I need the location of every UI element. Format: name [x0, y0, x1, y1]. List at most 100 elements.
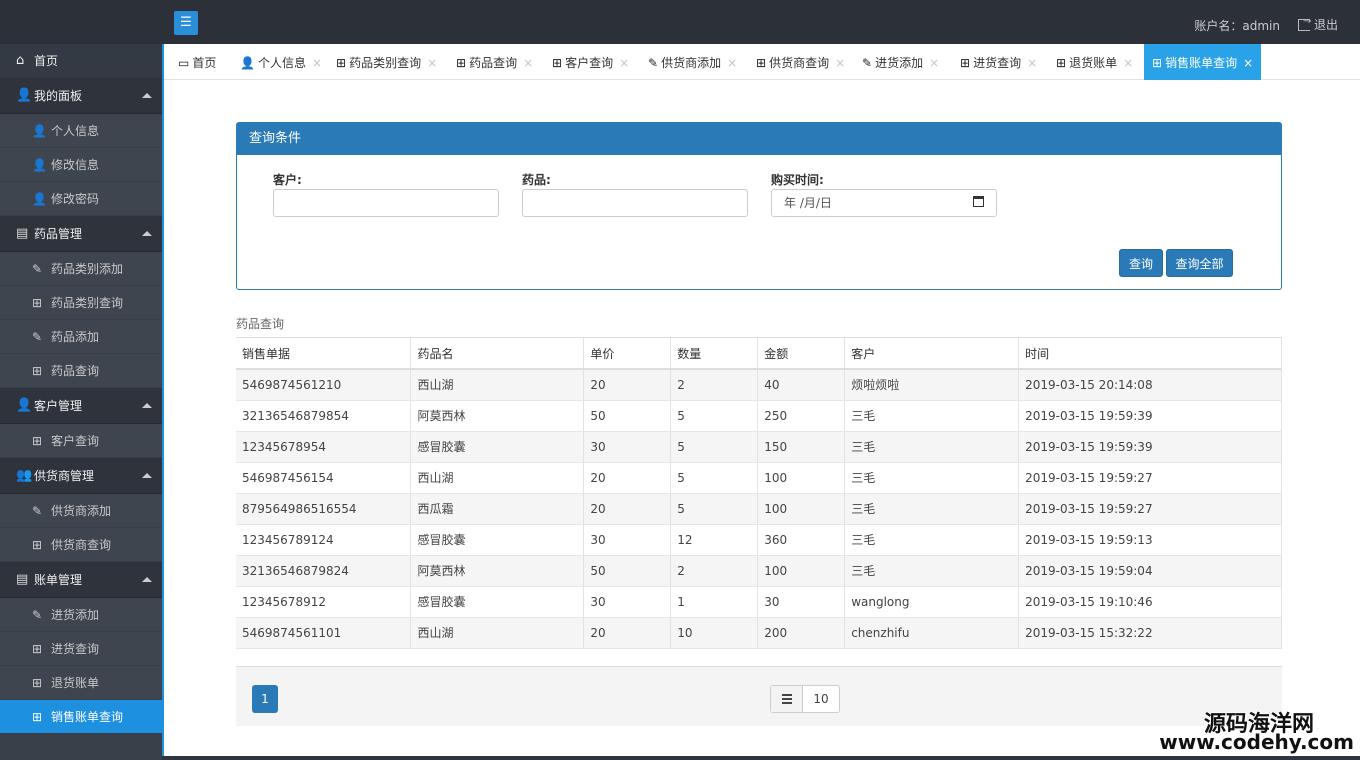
sidebar-item-label: 修改信息	[51, 158, 100, 172]
sidebar-item-supplier-add[interactable]: ✎ 供货商添加	[0, 494, 162, 528]
purchase-date-input[interactable]: 年 /月/日	[771, 189, 997, 217]
cell-sales-doc: 5469874561101	[236, 617, 412, 649]
sidebar-group-label: 供货商管理	[34, 469, 95, 483]
close-icon[interactable]: ×	[1243, 56, 1253, 70]
close-icon[interactable]: ×	[1123, 56, 1133, 70]
tab-purchase-add[interactable]: ✎ 进货添加 ×	[862, 44, 939, 80]
close-icon[interactable]: ×	[427, 56, 437, 70]
table-row[interactable]: 5469874561210 西山湖 20 2 40 烦啦烦啦 2019-03-15 20:1…	[236, 369, 1282, 401]
table-row[interactable]: 5469874561101 西山湖 20 10 200 chenzhifu 2019-03-…	[236, 617, 1282, 649]
sidebar-group-bill-management[interactable]: ▤ 账单管理	[0, 562, 162, 598]
search-button[interactable]: 查询	[1119, 249, 1163, 277]
close-icon[interactable]: ×	[1027, 56, 1037, 70]
table-row[interactable]: 32136546879854 阿莫西林 50 5 250 三毛 2019-03-15 19:…	[236, 400, 1282, 432]
logout-button[interactable]: 退出	[1297, 16, 1338, 33]
header-time[interactable]: 时间	[1018, 338, 1282, 370]
tab-sales-bill-query[interactable]: ⊞ 销售账单查询 ×	[1144, 44, 1262, 80]
sidebar-group-label: 客户管理	[34, 399, 83, 413]
close-icon[interactable]: ×	[619, 56, 629, 70]
table-row[interactable]: 123456789124 感冒胶囊 30 12 360 三毛 2019-03-15 19:5…	[236, 524, 1282, 556]
sidebar-item-drug-query[interactable]: ⊞ 药品查询	[0, 354, 162, 388]
sidebar-item-purchase-query[interactable]: ⊞ 进货查询	[0, 632, 162, 666]
sidebar-group-my-panel[interactable]: 👤 我的面板	[0, 78, 162, 114]
query-icon: ⊞	[32, 642, 43, 656]
tab-home[interactable]: ▭ 首页	[178, 44, 216, 80]
query-icon: ⊞	[552, 56, 563, 70]
sidebar-item-label: 供货商添加	[51, 504, 112, 518]
tab-label: 个人信息	[257, 56, 306, 70]
home-icon: ⌂	[16, 53, 25, 68]
header-drug-name[interactable]: 药品名	[410, 338, 585, 370]
cell-sales-doc: 32136546879854	[236, 400, 412, 432]
tab-customer-query[interactable]: ⊞ 客户查询 ×	[552, 44, 629, 80]
cell-unit-price: 20	[583, 369, 672, 401]
sidebar-group-label: 药品管理	[34, 227, 83, 241]
tab-profile[interactable]: 👤 个人信息 ×	[240, 44, 322, 80]
close-icon[interactable]: ×	[312, 56, 322, 70]
header-sales-doc[interactable]: 销售单据	[236, 338, 412, 370]
list-icon[interactable]	[771, 686, 803, 712]
sidebar-item-purchase-add[interactable]: ✎ 进货添加	[0, 598, 162, 632]
close-icon[interactable]: ×	[727, 56, 737, 70]
sidebar-item-customer-query[interactable]: ⊞ 客户查询	[0, 424, 162, 458]
caret-up-icon	[142, 403, 152, 408]
header-amount[interactable]: 金额	[757, 338, 846, 370]
customer-input[interactable]	[273, 189, 499, 217]
table-row[interactable]: 32136546879824 阿莫西林 50 2 100 三毛 2019-03-15 19:…	[236, 555, 1282, 587]
table-row[interactable]: 12345678912 感冒胶囊 30 1 30 wanglong 2019-03-15 1…	[236, 586, 1282, 618]
header-unit-price[interactable]: 单价	[583, 338, 672, 370]
calendar-icon[interactable]	[973, 196, 984, 207]
sidebar-item-edit-info[interactable]: 👤 修改信息	[0, 148, 162, 182]
monitor-icon: ▭	[178, 56, 190, 70]
sidebar-item-supplier-query[interactable]: ⊞ 供货商查询	[0, 528, 162, 562]
sidebar-group-customer-management[interactable]: 👤 客户管理	[0, 388, 162, 424]
cell-customer: 三毛	[844, 431, 1020, 463]
tab-bar: ▭ 首页 👤 个人信息 × ⊞ 药品类别查询 × ⊞ 药品查询 × ⊞ 客户查询 × ✎ 供货商添加…	[164, 44, 1360, 80]
tab-purchase-query[interactable]: ⊞ 进货查询 ×	[960, 44, 1037, 80]
tab-drug-query[interactable]: ⊞ 药品查询 ×	[456, 44, 533, 80]
sidebar-item-home[interactable]: ⌂ 首页	[0, 44, 162, 78]
tab-drug-category-query[interactable]: ⊞ 药品类别查询 ×	[336, 44, 437, 80]
sidebar-item-label: 药品添加	[51, 330, 100, 344]
cell-amount: 150	[757, 431, 846, 463]
page-size-selector[interactable]: 10	[770, 685, 840, 713]
cell-amount: 360	[757, 524, 846, 556]
search-all-button[interactable]: 查询全部	[1166, 249, 1233, 277]
sidebar-item-sales-bill-query[interactable]: ⊞ 销售账单查询	[0, 700, 162, 734]
page-button-1[interactable]: 1	[252, 685, 278, 713]
table-row[interactable]: 12345678954 感冒胶囊 30 5 150 三毛 2019-03-15 19:59:…	[236, 431, 1282, 463]
tab-return-bill[interactable]: ⊞ 退货账单 ×	[1056, 44, 1133, 80]
cell-time: 2019-03-15 19:10:46	[1018, 586, 1282, 618]
sidebar-item-change-password[interactable]: 👤 修改密码	[0, 182, 162, 216]
caret-up-icon	[142, 93, 152, 98]
sidebar-item-drug-category-add[interactable]: ✎ 药品类别添加	[0, 252, 162, 286]
drug-input[interactable]	[522, 189, 748, 217]
cell-quantity: 5	[670, 400, 759, 432]
sidebar-item-return-bill[interactable]: ⊞ 退货账单	[0, 666, 162, 700]
header-quantity[interactable]: 数量	[670, 338, 759, 370]
sidebar-item-drug-category-query[interactable]: ⊞ 药品类别查询	[0, 286, 162, 320]
menu-toggle-button[interactable]: ☰	[174, 11, 198, 35]
sidebar-item-drug-add[interactable]: ✎ 药品添加	[0, 320, 162, 354]
logout-icon	[1297, 16, 1311, 31]
user-icon: 👤	[240, 56, 255, 70]
close-icon[interactable]: ×	[523, 56, 533, 70]
close-icon[interactable]: ×	[929, 56, 939, 70]
page-size-value[interactable]: 10	[803, 686, 839, 712]
cell-customer: wanglong	[844, 586, 1020, 618]
close-icon[interactable]: ×	[835, 56, 845, 70]
sidebar-group-label: 账单管理	[34, 573, 83, 587]
table-row[interactable]: 546987456154 西山湖 20 5 100 三毛 2019-03-15 19:59:…	[236, 462, 1282, 494]
cell-customer: 三毛	[844, 555, 1020, 587]
table-row[interactable]: 879564986516554 西瓜霜 20 5 100 三毛 2019-03-15 19:…	[236, 493, 1282, 525]
sidebar-item-profile[interactable]: 👤 个人信息	[0, 114, 162, 148]
header-customer[interactable]: 客户	[844, 338, 1020, 370]
edit-icon: ✎	[648, 56, 659, 70]
sidebar-group-supplier-management[interactable]: 👥 供货商管理	[0, 458, 162, 494]
cell-time: 2019-03-15 19:59:27	[1018, 462, 1282, 494]
tab-supplier-query[interactable]: ⊞ 供货商查询 ×	[756, 44, 845, 80]
cell-customer: 三毛	[844, 462, 1020, 494]
tab-supplier-add[interactable]: ✎ 供货商添加 ×	[648, 44, 737, 80]
sidebar-group-drug-management[interactable]: ▤ 药品管理	[0, 216, 162, 252]
cell-sales-doc: 12345678912	[236, 586, 412, 618]
